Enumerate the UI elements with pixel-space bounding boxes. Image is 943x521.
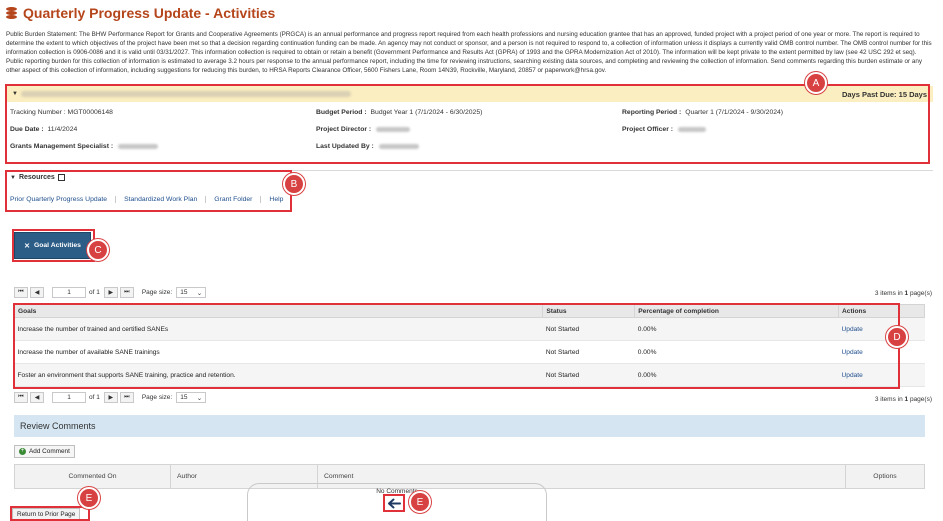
last-page-button[interactable]: ⏭ bbox=[119, 392, 134, 403]
pager-bottom: ⏮ ◀ 1 of 1 ▶ ⏭ Page size: 15 ⌄ bbox=[14, 391, 207, 404]
callout-badge-e: E bbox=[78, 487, 100, 509]
callout-badge-d: D bbox=[886, 326, 908, 348]
plus-icon: + bbox=[19, 448, 26, 455]
callout-box-a bbox=[5, 84, 930, 164]
callout-box-c bbox=[12, 229, 95, 262]
page-number-input[interactable]: 1 bbox=[52, 392, 86, 403]
callout-badge-b: B bbox=[283, 173, 305, 195]
back-arrow-button[interactable] bbox=[383, 494, 405, 512]
pager-top: ⏮ ◀ 1 of 1 ▶ ⏭ Page size: 15 ⌄ bbox=[14, 286, 207, 299]
next-page-button[interactable]: ▶ bbox=[103, 287, 118, 298]
page-title-row: Quarterly Progress Update - Activities bbox=[6, 5, 275, 21]
arrow-left-icon bbox=[388, 498, 401, 508]
callout-box-e bbox=[10, 506, 90, 521]
column-header-commented-on[interactable]: Commented On bbox=[15, 465, 171, 488]
review-comments-header: Review Comments bbox=[14, 415, 925, 437]
last-page-button[interactable]: ⏭ bbox=[119, 287, 134, 298]
prev-page-button[interactable]: ◀ bbox=[30, 287, 44, 298]
callout-badge-a: A bbox=[805, 72, 827, 94]
callout-box-d bbox=[13, 303, 900, 389]
items-count-bottom: 3 items in 1 page(s) bbox=[874, 396, 932, 403]
page-title: Quarterly Progress Update - Activities bbox=[23, 5, 276, 21]
next-page-button[interactable]: ▶ bbox=[103, 392, 118, 403]
chevron-down-icon: ⌄ bbox=[196, 394, 203, 402]
page-size-select[interactable]: 15 ⌄ bbox=[176, 287, 207, 298]
add-comment-button[interactable]: + Add Comment bbox=[14, 445, 75, 458]
chevron-down-icon: ⌄ bbox=[196, 289, 203, 297]
page-size-select[interactable]: 15 ⌄ bbox=[176, 392, 207, 403]
callout-badge-c: C bbox=[87, 239, 109, 261]
burden-statement: Public Burden Statement: The BHW Perform… bbox=[6, 31, 932, 74]
callout-badge-e: E bbox=[409, 491, 431, 513]
prev-page-button[interactable]: ◀ bbox=[30, 392, 44, 403]
first-page-button[interactable]: ⏮ bbox=[14, 392, 28, 403]
items-count-top: 3 items in 1 page(s) bbox=[874, 290, 932, 297]
column-header-options: Options bbox=[873, 473, 897, 480]
database-icon bbox=[6, 6, 17, 20]
first-page-button[interactable]: ⏮ bbox=[14, 287, 28, 298]
page-of: of 1 bbox=[89, 394, 100, 401]
page-size-label: Page size: bbox=[141, 289, 173, 296]
page-size-label: Page size: bbox=[141, 394, 173, 401]
page-number-input[interactable]: 1 bbox=[52, 287, 86, 298]
callout-box-b bbox=[5, 170, 292, 212]
page-of: of 1 bbox=[89, 289, 100, 296]
